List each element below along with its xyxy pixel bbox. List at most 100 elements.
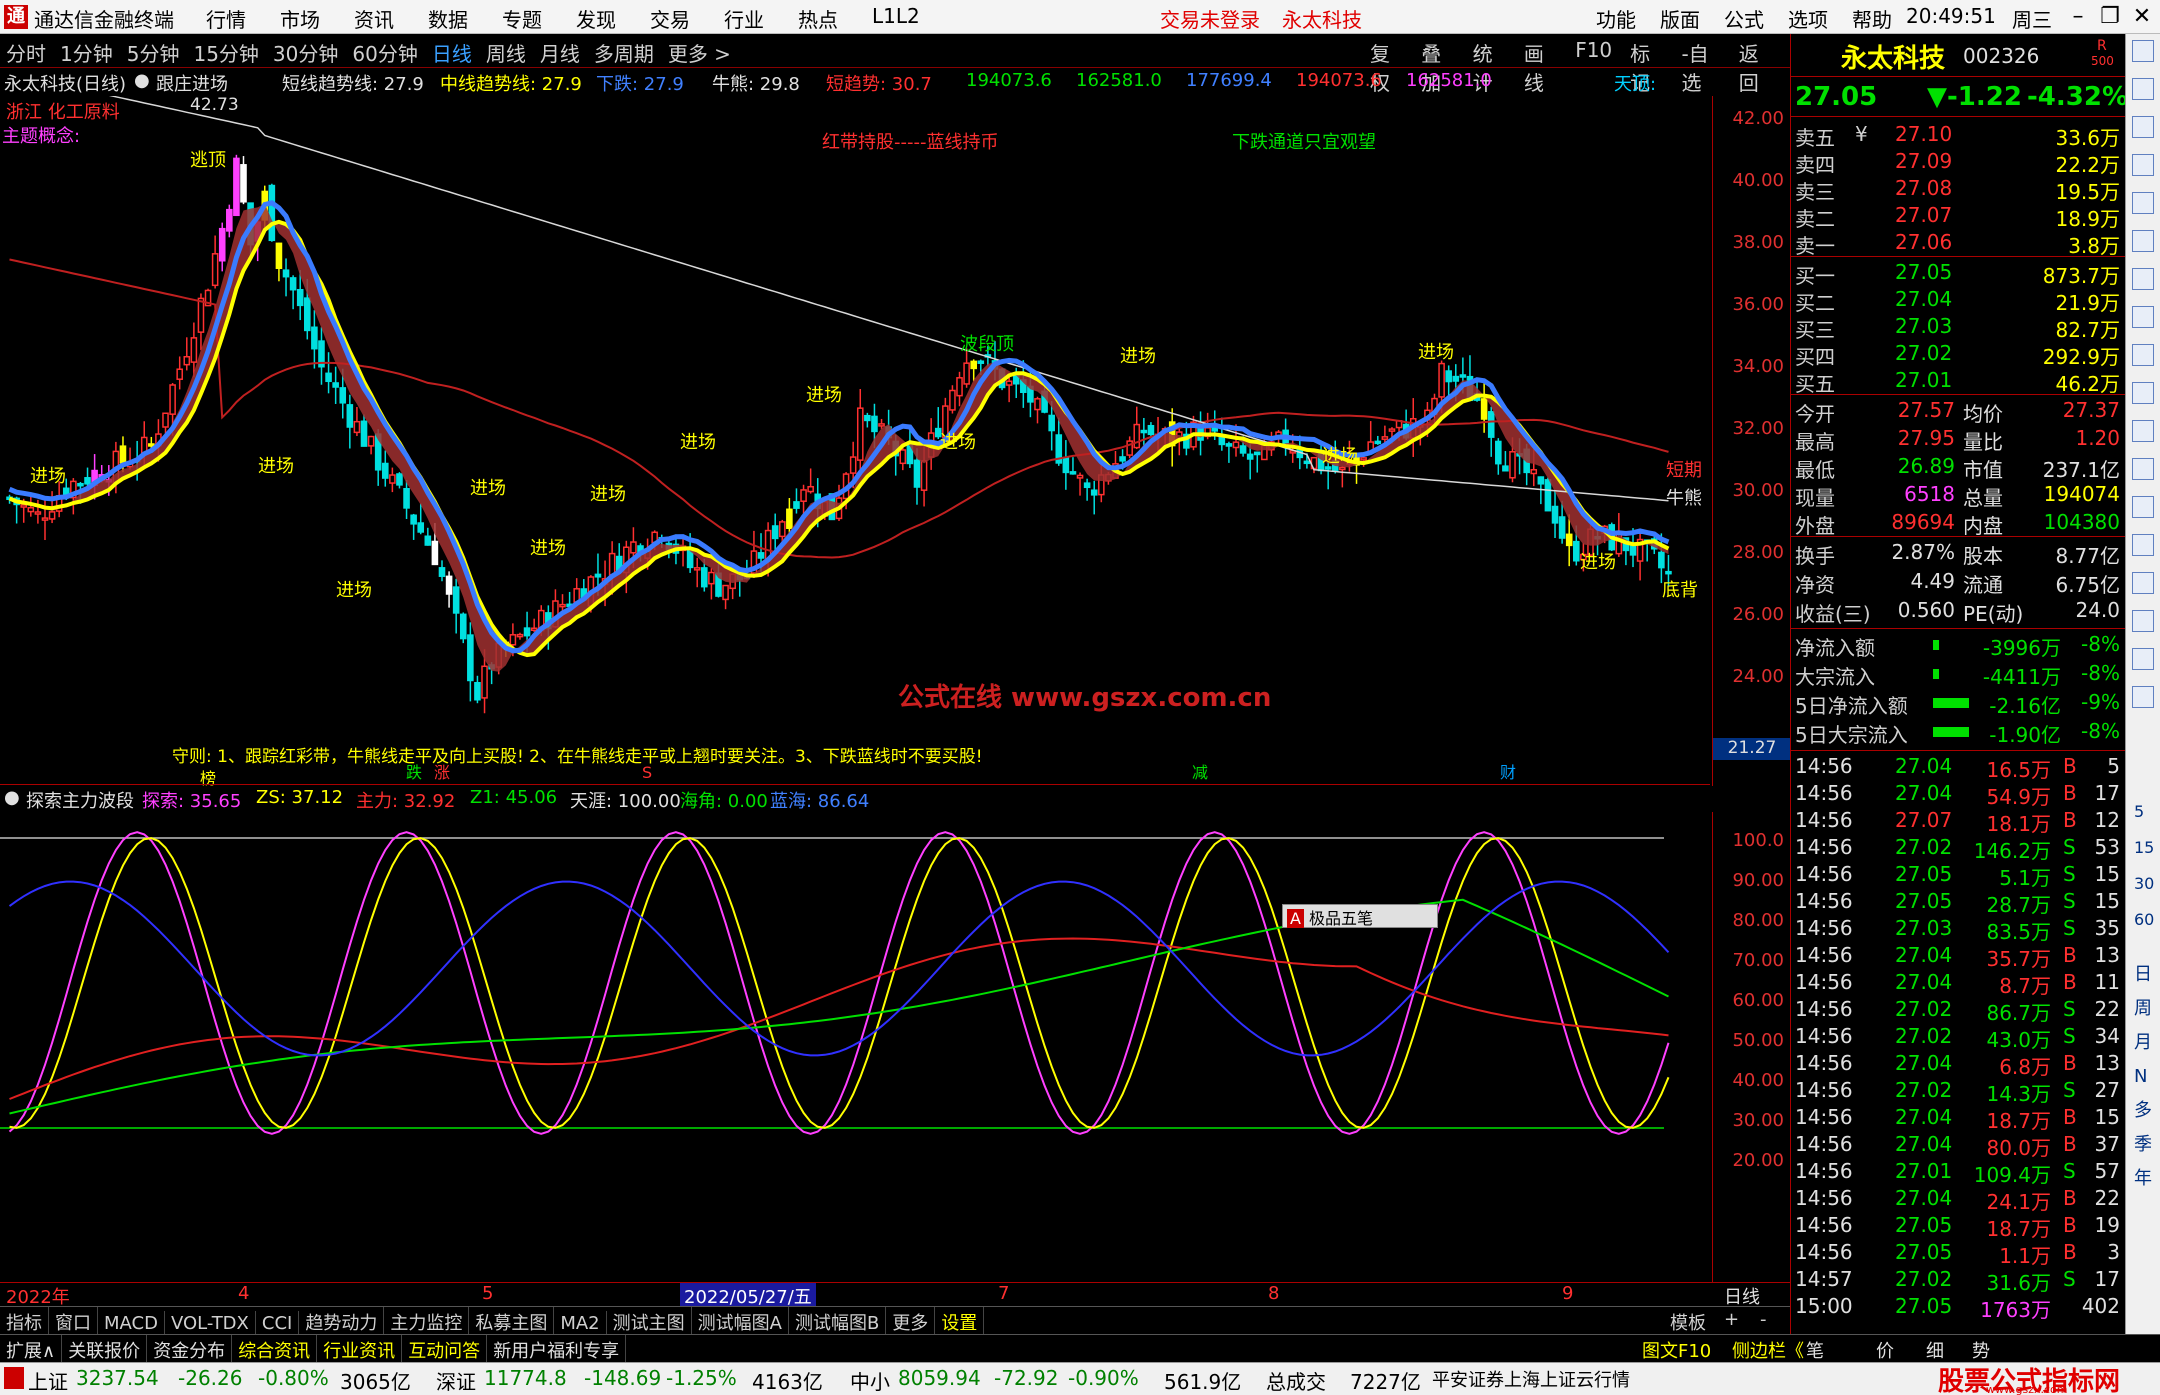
tab-30min[interactable]: 30分钟: [273, 38, 338, 67]
ime-label[interactable]: 极品五笔: [1309, 909, 1373, 928]
menu-discover[interactable]: 发现: [576, 4, 616, 33]
side-tool-icon[interactable]: [2132, 40, 2154, 62]
side-tool-icon[interactable]: [2132, 344, 2154, 366]
tab-general-news[interactable]: 综合资讯: [232, 1335, 318, 1365]
tick-row[interactable]: 14:56 27.04 6.8万 B 13: [1791, 1051, 2126, 1079]
zoom-out-button[interactable]: -: [1754, 1307, 1773, 1332]
bid-row[interactable]: 买五 27.01 46.2万: [1791, 368, 2126, 396]
side-tool-icon[interactable]: [2132, 78, 2154, 100]
f10-text-link[interactable]: 图文F10: [1636, 1335, 1717, 1365]
tab-fund-distribution[interactable]: 资金分布: [147, 1335, 233, 1365]
tab-intraday[interactable]: 分时: [6, 38, 46, 67]
tick-row[interactable]: 14:56 27.01 109.4万 S 57: [1791, 1159, 2126, 1187]
tab-related-quotes[interactable]: 关联报价: [62, 1335, 148, 1365]
side-tool-icon[interactable]: [2132, 306, 2154, 328]
tick-row[interactable]: 14:56 27.05 18.7万 B 19: [1791, 1213, 2126, 1241]
menu-formula[interactable]: 公式: [1724, 4, 1764, 33]
tick-row[interactable]: 14:56 27.02 86.7万 S 22: [1791, 997, 2126, 1025]
side-month[interactable]: 月: [2134, 1026, 2152, 1060]
tab-15min[interactable]: 15分钟: [193, 38, 258, 67]
tab-test-main[interactable]: 测试主图: [607, 1307, 692, 1337]
ime-icon[interactable]: A: [1287, 909, 1304, 928]
bid-row[interactable]: 买四 27.02 292.9万: [1791, 341, 2126, 369]
tab-60min[interactable]: 60分钟: [352, 38, 417, 67]
side-week[interactable]: 周: [2134, 992, 2152, 1026]
ime-toolbar[interactable]: A 极品五笔: [1282, 904, 1438, 928]
indicator-chart[interactable]: [0, 812, 1712, 1282]
tick-row[interactable]: 14:56 27.02 146.2万 S 53: [1791, 835, 2126, 863]
tab-main-monitor[interactable]: 主力监控: [384, 1307, 470, 1337]
tick-row[interactable]: 14:56 27.04 80.0万 B 37: [1791, 1132, 2126, 1160]
side-tool-icon[interactable]: [2132, 382, 2154, 404]
side-tool-icon[interactable]: [2132, 534, 2154, 556]
tick-row[interactable]: 15:00 27.05 1763万 402: [1791, 1294, 2126, 1322]
ask-row[interactable]: 卖二 27.07 18.9万: [1791, 203, 2126, 231]
gear-icon[interactable]: ●: [4, 787, 20, 808]
side-tool-icon[interactable]: [2132, 116, 2154, 138]
tab-more[interactable]: 更多 >: [668, 38, 731, 67]
bid-row[interactable]: 买三 27.03 82.7万: [1791, 314, 2126, 342]
indicator-title[interactable]: 探索主力波段: [26, 787, 134, 813]
bid-row[interactable]: 买二 27.04 21.9万: [1791, 287, 2126, 315]
side-tool-icon[interactable]: [2132, 154, 2154, 176]
side-year[interactable]: 年: [2134, 1162, 2152, 1196]
menu-options[interactable]: 选项: [1788, 4, 1828, 33]
side-tool-icon[interactable]: [2132, 420, 2154, 442]
ask-row[interactable]: 卖三 27.08 19.5万: [1791, 176, 2126, 204]
ask-row[interactable]: 卖四 27.09 22.2万: [1791, 149, 2126, 177]
sh-label[interactable]: 上证: [28, 1366, 68, 1395]
tab-macd[interactable]: MACD: [98, 1311, 165, 1336]
ask-row[interactable]: 卖五 ¥27.10 33.6万: [1791, 122, 2126, 150]
close-icon[interactable]: ✕: [2124, 2, 2160, 32]
tab-indicator[interactable]: 指标: [0, 1307, 49, 1337]
side-5min[interactable]: 5: [2134, 794, 2154, 830]
mark-jian[interactable]: 减: [1192, 763, 1208, 782]
menu-l1l2[interactable]: L1L2: [872, 4, 920, 33]
tick-row[interactable]: 14:56 27.04 8.7万 B 11: [1791, 970, 2126, 998]
zoom-in-button[interactable]: +: [1718, 1307, 1745, 1332]
tab-settings[interactable]: 设置: [935, 1307, 985, 1337]
mark-cai[interactable]: 财: [1500, 763, 1516, 782]
tab-private-main[interactable]: 私募主图: [469, 1307, 555, 1337]
tab-1min[interactable]: 1分钟: [60, 38, 113, 67]
ask-row[interactable]: 卖一 27.06 3.8万: [1791, 230, 2126, 258]
tick-row[interactable]: 14:56 27.02 14.3万 S 27: [1791, 1078, 2126, 1106]
tab-ma2[interactable]: MA2: [554, 1311, 607, 1336]
tick-row[interactable]: 14:56 27.04 35.7万 B 13: [1791, 943, 2126, 971]
side-n[interactable]: N: [2134, 1060, 2152, 1094]
tab-window[interactable]: 窗口: [49, 1307, 98, 1337]
tick-row[interactable]: 14:56 27.04 24.1万 B 22: [1791, 1186, 2126, 1214]
side-multi[interactable]: 多: [2134, 1094, 2152, 1128]
sidebar-toggle[interactable]: 侧边栏《: [1726, 1335, 1810, 1365]
menu-trade[interactable]: 交易: [650, 4, 690, 33]
tick-row[interactable]: 14:56 27.05 5.1万 S 15: [1791, 862, 2126, 890]
side-tool-icon[interactable]: [2132, 230, 2154, 252]
tick-row[interactable]: 14:56 27.02 43.0万 S 34: [1791, 1024, 2126, 1052]
bid-row[interactable]: 买一 27.05 873.7万: [1791, 260, 2126, 288]
tab-vol-tdx[interactable]: VOL-TDX: [165, 1311, 256, 1336]
side-tool-icon[interactable]: [2132, 648, 2154, 670]
tab-test-sub-b[interactable]: 测试幅图B: [789, 1307, 887, 1337]
side-tool-icon[interactable]: [2132, 572, 2154, 594]
tick-row[interactable]: 14:56 27.05 28.7万 S 15: [1791, 889, 2126, 917]
menu-hot[interactable]: 热点: [798, 4, 838, 33]
sz-label[interactable]: 深证: [436, 1366, 476, 1395]
minimize-icon[interactable]: –: [2060, 2, 2096, 32]
tab-monthly[interactable]: 月线: [540, 38, 580, 67]
tick-row[interactable]: 14:56 27.04 16.5万 B 5: [1791, 754, 2126, 782]
tab-test-sub-a[interactable]: 测试幅图A: [692, 1307, 789, 1337]
menu-news[interactable]: 资讯: [354, 4, 394, 33]
tab-tick[interactable]: 笔: [1800, 1335, 1830, 1365]
tab-cci[interactable]: CCI: [256, 1311, 300, 1336]
zx-label[interactable]: 中小: [850, 1366, 890, 1395]
menu-data[interactable]: 数据: [428, 4, 468, 33]
tab-trend-power[interactable]: 趋势动力: [299, 1307, 385, 1337]
login-status[interactable]: 交易未登录: [1160, 4, 1260, 33]
mark-zhang[interactable]: 涨: [434, 763, 450, 782]
tab-qa[interactable]: 互动问答: [402, 1335, 488, 1365]
tab-daily[interactable]: 日线: [432, 38, 472, 67]
side-tool-icon[interactable]: [2132, 458, 2154, 480]
back-button[interactable]: 返回: [1739, 38, 1772, 96]
template-button[interactable]: 模板: [1664, 1307, 1712, 1337]
menu-quotes[interactable]: 行情: [206, 4, 246, 33]
